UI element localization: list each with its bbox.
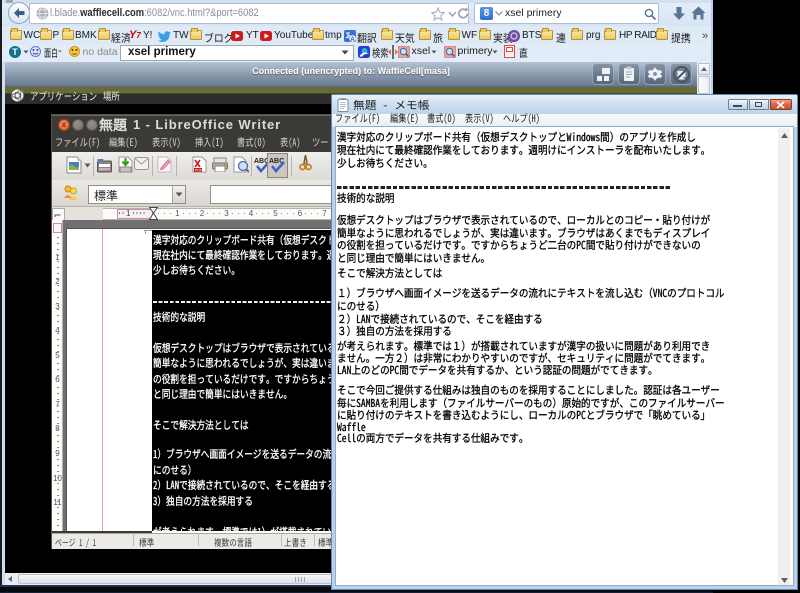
svg-text:PDF: PDF xyxy=(195,169,202,173)
svg-text:A: A xyxy=(350,37,355,42)
